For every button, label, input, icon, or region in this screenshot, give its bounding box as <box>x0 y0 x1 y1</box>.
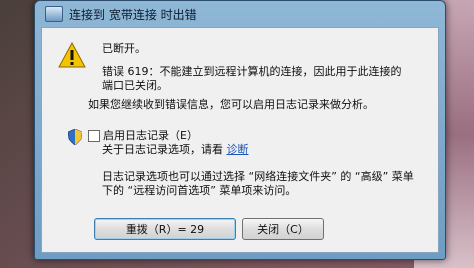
redial-button[interactable]: 重拨（R）= 29 <box>94 218 236 240</box>
diagnostics-link[interactable]: 诊断 <box>227 143 249 156</box>
warning-icon <box>58 42 86 68</box>
info-line-2: 下的 “远程访问首选项” 菜单项来访问。 <box>102 184 297 197</box>
status-text: 已断开。 <box>102 42 146 55</box>
about-logging-prefix: 关于日志记录选项，请看 <box>102 143 223 156</box>
error-message-line-2: 端口已关闭。 <box>102 79 168 92</box>
network-connection-icon <box>45 6 63 22</box>
error-message-line-1: 错误 619：不能建立到远程计算机的连接，因此用于此连接的 <box>102 65 402 78</box>
enable-logging-checkbox[interactable] <box>88 130 100 142</box>
window-title: 连接到 宽带连接 时出错 <box>69 7 197 22</box>
uac-shield-icon <box>68 129 82 145</box>
dialog-content: 已断开。 错误 619：不能建立到远程计算机的连接，因此用于此连接的 端口已关闭… <box>41 27 439 253</box>
about-logging-text: 关于日志记录选项，请看 诊断 <box>102 143 249 157</box>
help-text: 如果您继续收到错误信息，您可以启用日志记录来做分析。 <box>88 98 374 111</box>
error-dialog-window: 连接到 宽带连接 时出错 已断开。 错误 619：不能建立到远程计算机的连接，因… <box>34 0 446 260</box>
enable-logging-label[interactable]: 启用日志记录（E） <box>103 129 198 143</box>
title-bar[interactable]: 连接到 宽带连接 时出错 <box>35 1 445 27</box>
info-line-1: 日志记录选项也可以通过选择 “网络连接文件夹” 的 “高级” 菜单 <box>102 170 414 183</box>
close-button[interactable]: 关闭（C） <box>242 218 324 240</box>
